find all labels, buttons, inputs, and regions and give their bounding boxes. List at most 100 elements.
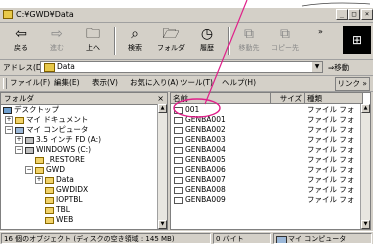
file-row[interactable]: 001 ファイル フォ (171, 105, 361, 115)
file-name: GENBA007 (185, 175, 226, 184)
tree-label: マイ ドキュメント (26, 115, 89, 124)
file-row[interactable]: GENBA008 ファイル フォ (171, 185, 361, 195)
standard-toolbar: ⇦ 戻る ⇨ 進む 🗀 上へ ⌕ 検索 🗁 フォルダ ◷ 履歴 ⧉ 移動先 ⧉ … (0, 23, 373, 60)
tree-item-ioptbl[interactable]: IOPTBL (45, 195, 83, 205)
folder-icon (174, 187, 183, 194)
back-button[interactable]: ⇦ 戻る (4, 25, 38, 57)
folders-pane: フォルダ × デスクトップ + マイ ドキュメント − マイ コンピュータ +3.5… (0, 92, 168, 230)
tree-item-my-documents[interactable]: + マイ ドキュメント (5, 115, 88, 125)
folder-icon (174, 117, 183, 124)
expand-icon[interactable]: + (5, 116, 13, 124)
tree-item-windows-c[interactable]: − WINDOWS (C:) (15, 145, 91, 155)
expand-icon[interactable]: + (15, 136, 23, 144)
folders-scrollbar[interactable]: ▲ ▼ (157, 104, 167, 229)
hard-drive-icon (25, 146, 34, 154)
file-name: GENBA001 (185, 115, 226, 124)
go-button[interactable]: ⇒移動 (328, 62, 349, 73)
folder-icon (174, 167, 183, 174)
folder-icon (174, 127, 183, 134)
menu-edit[interactable]: 編集(E) (54, 77, 80, 89)
file-row[interactable]: GENBA006 ファイル フォ (171, 165, 361, 175)
copy-to-button[interactable]: ⧉ コピー先 (268, 25, 302, 57)
file-list-scrollbar[interactable]: ▲ ▼ (360, 104, 370, 229)
file-row[interactable]: GENBA007 ファイル フォ (171, 175, 361, 185)
column-header-size[interactable]: サイズ (271, 93, 305, 104)
expand-icon[interactable]: + (35, 176, 43, 184)
menu-view[interactable]: 表示(V) (92, 77, 118, 89)
collapse-icon[interactable]: − (25, 166, 33, 174)
maximize-button[interactable]: □ (348, 9, 360, 20)
file-name: 001 (185, 105, 200, 114)
tree-label: WINDOWS (C:) (36, 145, 92, 154)
links-button[interactable]: リンク » (334, 77, 370, 91)
up-folder-icon: 🗀 (86, 26, 100, 42)
folder-icon (174, 157, 183, 164)
computer-icon (15, 126, 24, 134)
folder-icon (174, 197, 183, 204)
forward-label: 進む (50, 44, 64, 52)
menu-tools[interactable]: ツール(T) (180, 77, 213, 89)
move-to-button[interactable]: ⧉ 移動先 (232, 25, 266, 57)
folders-icon: 🗁 (162, 26, 180, 42)
tree-item-restore[interactable]: _RESTORE (35, 155, 85, 165)
column-header-name[interactable]: 名前 (171, 93, 271, 104)
tree-item-web[interactable]: WEB (45, 215, 73, 225)
menu-grip[interactable] (3, 78, 7, 89)
file-row[interactable]: GENBA001 ファイル フォ (171, 115, 361, 125)
column-header-type[interactable]: 種類 (305, 93, 363, 104)
tree-item-floppy[interactable]: +3.5 インチ FD (A:) (15, 135, 101, 145)
collapse-icon[interactable]: − (15, 146, 23, 154)
scroll-down-icon[interactable]: ▼ (361, 220, 370, 229)
menu-help[interactable]: ヘルプ(H) (222, 77, 256, 89)
move-to-icon: ⧉ (244, 26, 254, 42)
file-row[interactable]: GENBA005 ファイル フォ (171, 155, 361, 165)
scroll-up-icon[interactable]: ▲ (361, 104, 370, 113)
close-icon[interactable]: × (157, 93, 164, 104)
file-type: ファイル フォ (307, 105, 355, 114)
tree-label: GWD (46, 165, 66, 174)
file-row[interactable]: GENBA004 ファイル フォ (171, 145, 361, 155)
file-type: ファイル フォ (307, 175, 355, 184)
tree-label: TBL (56, 205, 70, 214)
file-type: ファイル フォ (307, 185, 355, 194)
folder-open-icon (45, 176, 54, 184)
search-button[interactable]: ⌕ 検索 (118, 25, 152, 57)
status-object-count: 16 個のオブジェクト (ディスクの空き領域 : 145 MB) (1, 233, 211, 244)
tree-item-gwdidx[interactable]: GWDIDX (45, 185, 88, 195)
collapse-icon[interactable]: − (5, 126, 13, 134)
up-button[interactable]: 🗀 上へ (76, 25, 110, 57)
folder-icon (174, 137, 183, 144)
menu-file[interactable]: ファイル(F) (10, 77, 50, 89)
address-label: アドレス(D) (3, 63, 45, 72)
chevron-down-icon[interactable]: ▼ (312, 62, 322, 72)
tree-item-desktop[interactable]: デスクトップ (3, 105, 59, 115)
tree-item-data[interactable]: + Data (35, 175, 74, 185)
title-bar[interactable]: C:¥GWD¥Data _ □ × (0, 8, 373, 23)
folders-button[interactable]: 🗁 フォルダ (154, 25, 188, 57)
toolbar-separator (228, 27, 230, 55)
scroll-up-icon[interactable]: ▲ (158, 104, 167, 113)
scroll-down-icon[interactable]: ▼ (158, 220, 167, 229)
file-row[interactable]: GENBA003 ファイル フォ (171, 135, 361, 145)
file-name: GENBA006 (185, 165, 226, 174)
tree-label: Data (56, 175, 74, 184)
tree-label: IOPTBL (56, 195, 83, 204)
address-input[interactable]: Data ▼ (40, 61, 323, 73)
forward-button[interactable]: ⇨ 進む (40, 25, 74, 57)
file-name: GENBA008 (185, 185, 226, 194)
close-button[interactable]: × (361, 9, 373, 20)
file-name: GENBA003 (185, 135, 226, 144)
back-label: 戻る (14, 44, 28, 52)
history-button[interactable]: ◷ 履歴 (190, 25, 224, 57)
tree-item-tbl[interactable]: TBL (45, 205, 70, 215)
minimize-button[interactable]: _ (336, 9, 348, 20)
menu-favorites[interactable]: お気に入り(A) (130, 77, 178, 89)
toolbar-more-chevron[interactable]: » (318, 27, 323, 36)
address-value: Data (57, 62, 75, 71)
file-row[interactable]: GENBA009 ファイル フォ (171, 195, 361, 205)
handwritten-scribble (301, 2, 371, 7)
file-row[interactable]: GENBA002 ファイル フォ (171, 125, 361, 135)
status-location-label: マイ コンピュータ (288, 235, 347, 243)
tree-item-gwd[interactable]: − GWD (25, 165, 65, 175)
tree-item-my-computer[interactable]: − マイ コンピュータ (5, 125, 88, 135)
